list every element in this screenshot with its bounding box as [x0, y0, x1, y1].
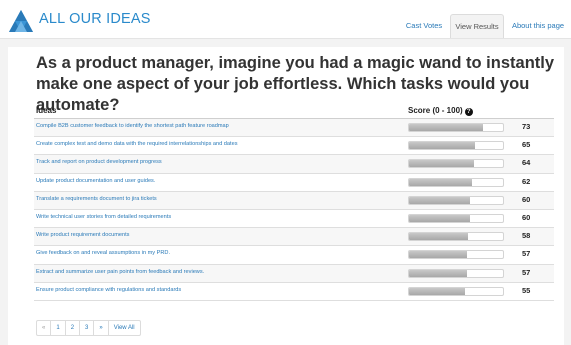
- results-card: As a product manager, imagine you had a …: [8, 47, 564, 345]
- score-bar-fill: [409, 233, 468, 241]
- idea-link[interactable]: Track and report on product development …: [36, 159, 162, 165]
- nav-about-this-page[interactable]: About this page: [507, 14, 569, 37]
- score-bar-fill: [409, 196, 470, 204]
- score-value: 57: [522, 267, 531, 277]
- score-value: 64: [522, 158, 531, 168]
- table-row: Track and report on product development …: [34, 155, 554, 174]
- idea-link[interactable]: Extract and summarize user pain points f…: [36, 269, 204, 275]
- score-value: 57: [522, 249, 531, 259]
- pagination-view-all[interactable]: View All: [109, 321, 140, 335]
- idea-link[interactable]: Translate a requirements document to jir…: [36, 196, 157, 202]
- table-row: Update product documentation and user gu…: [34, 174, 554, 192]
- column-header-score-label: Score (0 - 100): [408, 106, 463, 115]
- column-header-ideas: Ideas: [36, 106, 57, 115]
- results-table: Compile B2B customer feedback to identif…: [34, 118, 554, 301]
- score-bar: [408, 213, 504, 223]
- question-circle-icon[interactable]: ?: [464, 108, 473, 116]
- score-bar: [408, 268, 504, 278]
- table-row: Give feedback on and reveal assumptions …: [34, 246, 554, 265]
- table-row: Extract and summarize user pain points f…: [34, 264, 554, 283]
- score-bar: [408, 123, 504, 132]
- pagination-page-1[interactable]: 1: [51, 321, 66, 335]
- table-row: Compile B2B customer feedback to identif…: [34, 119, 554, 138]
- pagination: « 1 2 3 » View All: [36, 320, 141, 336]
- score-bar: [408, 141, 504, 151]
- score-bar-fill: [409, 214, 470, 222]
- pagination-page-3[interactable]: 3: [80, 321, 95, 335]
- triangle-logo-icon[interactable]: [8, 9, 34, 35]
- score-value: 60: [522, 212, 531, 222]
- idea-link[interactable]: Write product requirement documents: [36, 232, 129, 238]
- pagination-prev[interactable]: «: [37, 321, 52, 335]
- score-bar: [408, 232, 504, 242]
- table-row: Translate a requirements document to jir…: [34, 191, 554, 210]
- column-header-score: Score (0 - 100)?: [408, 106, 473, 116]
- brand-name[interactable]: ALL OUR IDEAS: [39, 11, 151, 27]
- idea-link[interactable]: Compile B2B customer feedback to identif…: [36, 123, 229, 129]
- score-value: 65: [522, 140, 531, 150]
- score-value: 62: [522, 176, 531, 186]
- score-value: 60: [522, 194, 531, 204]
- table-row: Write product requirement documents 58: [34, 228, 554, 247]
- score-bar: [408, 195, 504, 205]
- idea-link[interactable]: Create complex test and demo data with t…: [36, 141, 238, 147]
- pagination-next[interactable]: »: [94, 321, 109, 335]
- pagination-page-2[interactable]: 2: [66, 321, 81, 335]
- score-bar: [408, 286, 504, 296]
- score-bar: [408, 159, 504, 169]
- score-bar-fill: [409, 142, 475, 150]
- score-value: 58: [522, 231, 531, 241]
- idea-link[interactable]: Give feedback on and reveal assumptions …: [36, 250, 170, 256]
- score-bar-fill: [409, 178, 472, 186]
- idea-link[interactable]: Write technical user stories from detail…: [36, 214, 171, 220]
- score-bar-fill: [409, 287, 465, 295]
- idea-link[interactable]: Ensure product compliance with regulatio…: [36, 287, 181, 293]
- table-row: Write technical user stories from detail…: [34, 210, 554, 229]
- nav-view-results[interactable]: View Results: [450, 14, 504, 38]
- idea-link[interactable]: Update product documentation and user gu…: [36, 178, 155, 184]
- score-bar: [408, 250, 504, 260]
- score-bar-fill: [409, 269, 467, 277]
- score-bar: [408, 177, 504, 187]
- top-bar: ALL OUR IDEAS Cast Votes View Results Ab…: [0, 0, 571, 39]
- question-title: As a product manager, imagine you had a …: [36, 54, 555, 114]
- table-row: Create complex test and demo data with t…: [34, 137, 554, 156]
- table-row: Ensure product compliance with regulatio…: [34, 283, 554, 301]
- score-value: 73: [522, 122, 531, 131]
- score-bar-fill: [409, 160, 474, 168]
- nav-cast-votes[interactable]: Cast Votes: [399, 14, 449, 37]
- score-bar-fill: [409, 124, 484, 131]
- score-value: 55: [522, 285, 531, 295]
- score-bar-fill: [409, 251, 467, 259]
